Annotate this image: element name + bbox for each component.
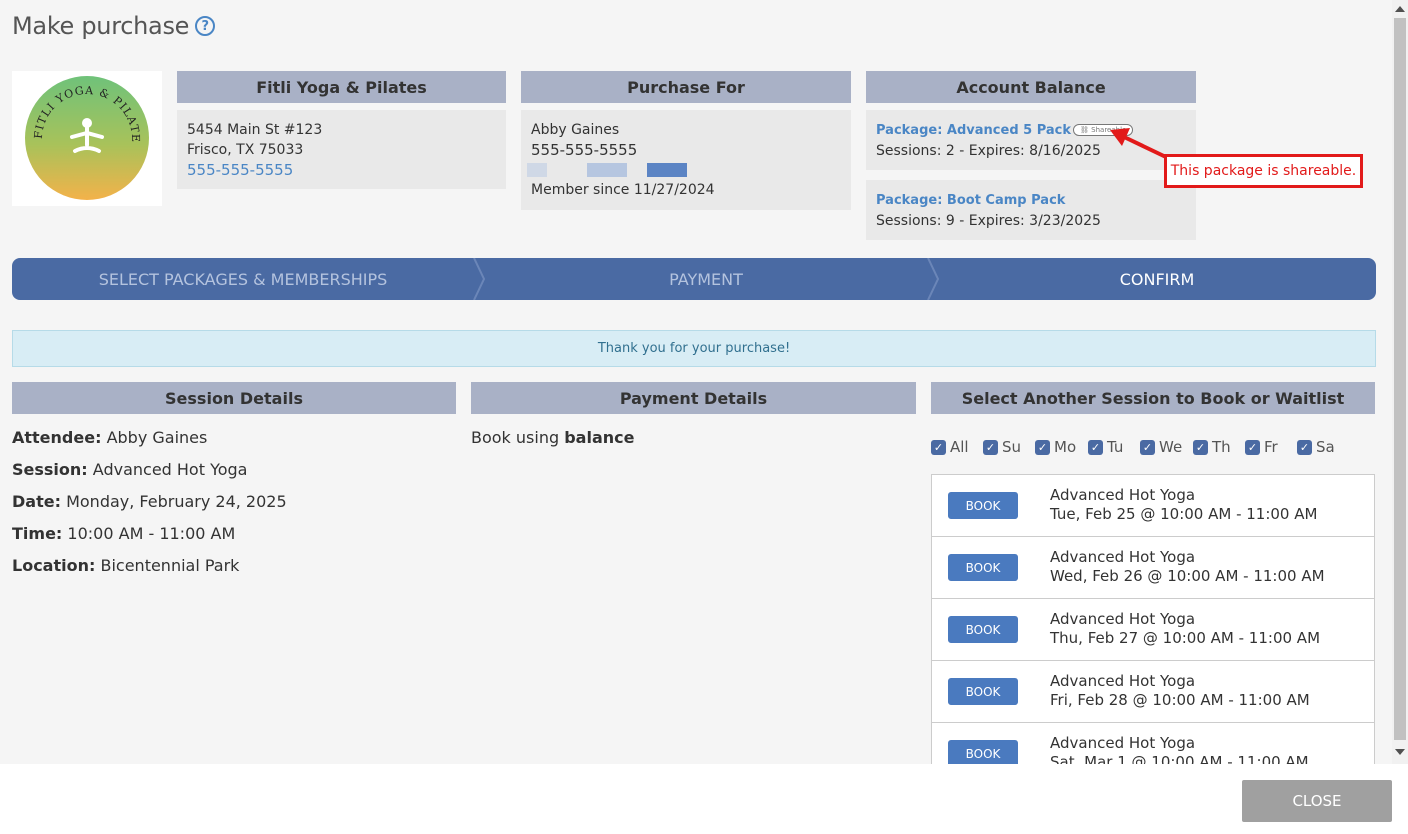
- session-row: BOOK Advanced Hot Yoga Thu, Feb 27 @ 10:…: [932, 599, 1374, 661]
- session-row: BOOK Advanced Hot Yoga Wed, Feb 26 @ 10:…: [932, 537, 1374, 599]
- session-list[interactable]: BOOK Advanced Hot Yoga Tue, Feb 25 @ 10:…: [931, 474, 1375, 764]
- purchase-for-header: Purchase For: [521, 71, 851, 103]
- filter-th[interactable]: ✓ Th: [1193, 438, 1231, 456]
- package-sessions: Sessions: 2 -: [876, 143, 965, 159]
- business-logo: FITLI YOGA & PILATES: [8, 61, 162, 206]
- business-card: 5454 Main St #123 Frisco, TX 75033 555-5…: [177, 110, 506, 189]
- close-button[interactable]: CLOSE: [1242, 780, 1392, 822]
- session-name: Advanced Hot Yoga: [1050, 548, 1196, 566]
- package-card-2: Package: Boot Camp Pack Sessions: 9 - Ex…: [866, 180, 1196, 240]
- payment-details-header: Payment Details: [471, 382, 916, 414]
- scroll-up-arrow-icon[interactable]: [1395, 6, 1405, 12]
- session-row: BOOK Advanced Hot Yoga Sat, Mar 1 @ 10:0…: [932, 723, 1374, 764]
- checkbox-checked-icon: ✓: [931, 439, 946, 455]
- step-confirm: CONFIRM: [1119, 269, 1195, 289]
- success-alert: Thank you for your purchase!: [12, 330, 1376, 367]
- filter-all[interactable]: ✓ All: [931, 438, 969, 456]
- session-time: Tue, Feb 25 @ 10:00 AM - 11:00 AM: [1050, 505, 1318, 523]
- session-time: Wed, Feb 26 @ 10:00 AM - 11:00 AM: [1050, 567, 1325, 585]
- session-name: Advanced Hot Yoga: [1050, 486, 1196, 504]
- filter-su[interactable]: ✓ Su: [983, 438, 1021, 456]
- filter-fr[interactable]: ✓ Fr: [1245, 438, 1278, 456]
- callout-arrow-icon: [1110, 128, 1169, 160]
- session-details-header: Session Details: [12, 382, 456, 414]
- package-sessions: Sessions: 9 -: [876, 213, 965, 229]
- business-address-line1: 5454 Main St #123: [187, 122, 323, 138]
- book-button[interactable]: BOOK: [948, 616, 1018, 643]
- payment-method: Book using balance: [471, 428, 635, 447]
- package-expires: Expires: 3/23/2025: [968, 213, 1101, 229]
- session-row: BOOK Advanced Hot Yoga Tue, Feb 25 @ 10:…: [932, 475, 1374, 537]
- session-row: BOOK Advanced Hot Yoga Fri, Feb 28 @ 10:…: [932, 661, 1374, 723]
- checkbox-checked-icon: ✓: [1140, 439, 1155, 455]
- session-name: Advanced Hot Yoga: [1050, 610, 1196, 628]
- scrollbar-thumb[interactable]: [1394, 18, 1406, 740]
- book-button[interactable]: BOOK: [948, 678, 1018, 705]
- detail-date: Date: Monday, February 24, 2025: [12, 492, 287, 511]
- share-icon: ⛓: [1080, 126, 1092, 134]
- customer-phone: 555-555-5555: [531, 141, 638, 159]
- scroll-down-arrow-icon[interactable]: [1395, 749, 1405, 755]
- checkbox-checked-icon: ✓: [1245, 439, 1260, 455]
- checkbox-checked-icon: ✓: [1035, 439, 1050, 455]
- customer-name: Abby Gaines: [531, 122, 620, 138]
- purchase-modal: Make purchase ? FITLI YOGA & PILATES Fit…: [0, 0, 1392, 764]
- filter-tu[interactable]: ✓ Tu: [1088, 438, 1123, 456]
- book-button[interactable]: BOOK: [948, 740, 1018, 764]
- checkout-steps: SELECT PACKAGES & MEMBERSHIPS PAYMENT CO…: [12, 258, 1376, 300]
- package-link-advanced[interactable]: Package: Advanced 5 Pack: [876, 123, 1071, 138]
- shareable-callout: This package is shareable.: [1164, 154, 1363, 188]
- filter-we[interactable]: ✓ We: [1140, 438, 1182, 456]
- business-card-header: Fitli Yoga & Pilates: [177, 71, 506, 103]
- checkbox-checked-icon: ✓: [1088, 439, 1103, 455]
- account-balance-header: Account Balance: [866, 71, 1196, 103]
- book-button[interactable]: BOOK: [948, 554, 1018, 581]
- session-name: Advanced Hot Yoga: [1050, 734, 1196, 752]
- filter-mo[interactable]: ✓ Mo: [1035, 438, 1076, 456]
- detail-time: Time: 10:00 AM - 11:00 AM: [12, 524, 236, 543]
- book-button[interactable]: BOOK: [948, 492, 1018, 519]
- session-time: Sat, Mar 1 @ 10:00 AM - 11:00 AM: [1050, 753, 1309, 764]
- session-name: Advanced Hot Yoga: [1050, 672, 1196, 690]
- package-expires: Expires: 8/16/2025: [968, 143, 1101, 159]
- checkbox-checked-icon: ✓: [1193, 439, 1208, 455]
- page-title: Make purchase ?: [12, 12, 216, 40]
- checkbox-checked-icon: ✓: [1297, 439, 1312, 455]
- detail-location: Location: Bicentennial Park: [12, 556, 240, 575]
- detail-attendee: Attendee: Abby Gaines: [12, 428, 208, 447]
- session-time: Thu, Feb 27 @ 10:00 AM - 11:00 AM: [1050, 629, 1321, 647]
- session-time: Fri, Feb 28 @ 10:00 AM - 11:00 AM: [1050, 691, 1310, 709]
- detail-session: Session: Advanced Hot Yoga: [12, 460, 248, 479]
- member-since: Member since 11/27/2024: [531, 182, 715, 198]
- logo-image: FITLI YOGA & PILATES: [8, 61, 149, 200]
- step-payment: PAYMENT: [669, 269, 743, 289]
- help-icon[interactable]: ?: [195, 16, 216, 36]
- step-select-packages: SELECT PACKAGES & MEMBERSHIPS: [98, 269, 388, 289]
- business-phone-link[interactable]: 555-555-5555: [187, 160, 496, 180]
- redacted-info: [527, 160, 841, 180]
- package-link-bootcamp[interactable]: Package: Boot Camp Pack: [876, 193, 1065, 208]
- checkbox-checked-icon: ✓: [983, 439, 998, 455]
- page-title-text: Make purchase: [12, 12, 190, 40]
- filter-sa[interactable]: ✓ Sa: [1297, 438, 1335, 456]
- business-address-line2: Frisco, TX 75033: [187, 142, 304, 158]
- book-another-header: Select Another Session to Book or Waitli…: [931, 382, 1375, 414]
- purchase-for-card: Abby Gaines 555-555-5555 Member since 11…: [521, 110, 851, 210]
